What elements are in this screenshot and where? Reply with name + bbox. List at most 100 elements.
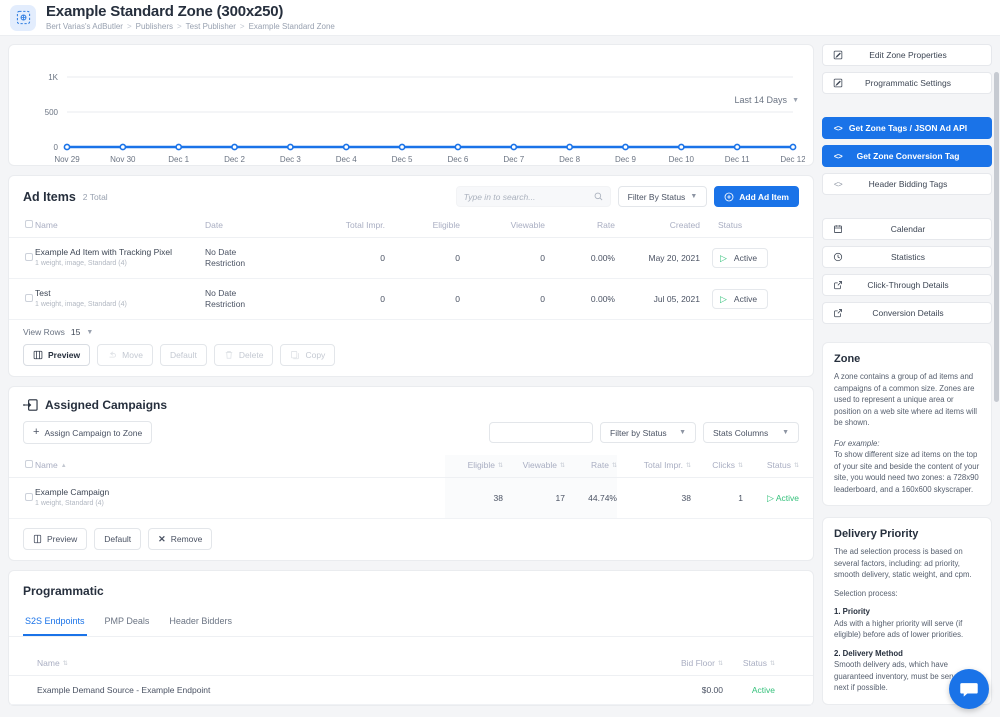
row-created: Jul 05, 2021 — [653, 294, 700, 304]
table-row[interactable]: Example Campaign 1 weight, Standard (4) … — [9, 477, 813, 519]
main-column: Last 14 Days ▼ 1K 500 0 Nov 29 Nov 30 Dec 1 De… — [8, 44, 814, 717]
table-row[interactable]: Example Demand Source - Example Endpoint… — [9, 676, 813, 705]
col-eligible[interactable]: Eligible — [385, 215, 460, 238]
programmatic-settings-button[interactable]: Programmatic Settings — [822, 72, 992, 94]
row-status-cell: ▷ Active — [700, 238, 813, 279]
status-badge[interactable]: ▷ Active — [712, 289, 769, 309]
campaign-remove-button[interactable]: ✕ Remove — [148, 528, 213, 550]
row-name: Example Demand Source - Example Endpoint — [37, 685, 211, 695]
ad-items-search-input[interactable]: Type in to search... — [455, 186, 611, 207]
get-zone-tags-button[interactable]: <> Get Zone Tags / JSON Ad API — [822, 117, 992, 139]
move-button[interactable]: Move — [97, 344, 153, 366]
programmatic-settings-label: Programmatic Settings — [865, 78, 951, 88]
view-rows-control[interactable]: View Rows 15 ▼ — [23, 327, 799, 337]
row-eligible: 0 — [455, 294, 460, 304]
row-rate: 0.00% — [590, 253, 615, 263]
page-body: Last 14 Days ▼ 1K 500 0 Nov 29 Nov 30 Dec 1 De… — [0, 36, 1000, 717]
breadcrumb-item-1[interactable]: Publishers — [136, 21, 173, 32]
svg-text:Dec 5: Dec 5 — [392, 155, 413, 164]
app-root: Example Standard Zone (300x250) Bert Var… — [0, 0, 1000, 717]
row-checkbox[interactable] — [25, 294, 33, 302]
row-checkbox[interactable] — [25, 253, 33, 261]
col-status[interactable]: Status ⇅ — [743, 455, 813, 478]
table-row[interactable]: Test 1 weight, image, Standard (4) No Da… — [9, 279, 813, 320]
col-viewable[interactable]: Viewable ⇅ — [503, 455, 565, 478]
row-viewable: 0 — [540, 294, 545, 304]
preview-button[interactable]: Preview — [23, 344, 91, 366]
col-created[interactable]: Created — [615, 215, 700, 238]
breadcrumb-item-2[interactable]: Test Publisher — [186, 21, 236, 32]
breadcrumb-item-3[interactable]: Example Standard Zone — [249, 21, 335, 32]
plus-icon: + — [33, 426, 40, 438]
select-all-header — [9, 455, 35, 478]
row-name-sub: 1 weight, image, Standard (4) — [35, 260, 127, 267]
row-name: Test — [35, 288, 51, 298]
row-name: Example Ad Item with Tracking Pixel — [35, 247, 173, 257]
col-clicks[interactable]: Clicks ⇅ — [691, 455, 743, 478]
svg-text:1K: 1K — [48, 73, 58, 82]
col-rate[interactable]: Rate — [545, 215, 615, 238]
help-zone-p2: To show different size ad items on the t… — [834, 450, 980, 494]
statistics-button[interactable]: Statistics — [822, 246, 992, 268]
row-viewable: 0 — [540, 253, 545, 263]
assign-campaign-to-zone-button[interactable]: + Assign Campaign to Zone — [23, 421, 153, 444]
campaign-actions: Preview Default ✕ Remove — [23, 528, 799, 550]
col-date[interactable]: Date — [205, 215, 310, 238]
select-all-checkbox[interactable] — [25, 460, 33, 468]
add-ad-item-button[interactable]: Add Ad Item — [714, 186, 799, 207]
sort-icon: ⇅ — [611, 462, 617, 469]
page-scrollbar-thumb[interactable] — [994, 72, 999, 402]
search-placeholder: Type in to search... — [463, 191, 536, 202]
header-bidding-tags-button[interactable]: <> Header Bidding Tags — [822, 173, 992, 195]
col-rate[interactable]: Rate ⇅ — [565, 455, 617, 478]
get-zone-conversion-tag-button[interactable]: <> Get Zone Conversion Tag — [822, 145, 992, 167]
row-checkbox-cell — [9, 478, 35, 519]
stats-columns-label: Stats Columns — [713, 427, 769, 438]
row-total-impr: 38 — [681, 493, 691, 503]
trash-icon — [225, 351, 233, 359]
col-eligible[interactable]: Eligible ⇅ — [445, 455, 503, 478]
col-total-impr[interactable]: Total Impr. ⇅ — [617, 455, 691, 478]
line-chart: 1K 500 0 Nov 29 Nov 30 Dec 1 Dec 2 Dec 3 Dec 4 De… — [45, 73, 805, 164]
move-label: Move — [122, 350, 143, 360]
stats-columns-dropdown[interactable]: Stats Columns ▼ — [703, 422, 799, 443]
chevron-down-icon: ▼ — [690, 193, 698, 200]
col-name[interactable]: Name ⇅ — [9, 653, 633, 676]
tab-s2s-endpoints[interactable]: S2S Endpoints — [23, 609, 87, 636]
edit-zone-properties-button[interactable]: Edit Zone Properties — [822, 44, 992, 66]
campaign-preview-button[interactable]: Preview — [23, 528, 88, 550]
col-total-impr[interactable]: Total Impr. — [310, 215, 385, 238]
delete-button[interactable]: Delete — [213, 344, 274, 366]
col-status[interactable]: Status ⇅ — [723, 653, 813, 676]
col-bid-floor-label: Bid Floor — [680, 658, 715, 668]
campaign-filter-by-status-dropdown[interactable]: Filter by Status ▼ — [600, 422, 696, 443]
row-name-cell: Test 1 weight, image, Standard (4) — [35, 279, 205, 320]
campaign-default-button[interactable]: Default — [94, 528, 142, 550]
conversion-details-button[interactable]: Conversion Details — [822, 302, 992, 324]
col-eligible-label: Eligible — [467, 460, 495, 470]
col-name[interactable]: Name — [35, 215, 205, 238]
col-viewable[interactable]: Viewable — [460, 215, 545, 238]
chat-bubble-icon[interactable] — [949, 669, 989, 709]
default-button[interactable]: Default — [159, 344, 207, 366]
breadcrumb-item-0[interactable]: Bert Varias's AdButler — [46, 21, 123, 32]
row-date: No Date Restriction — [205, 279, 310, 320]
select-all-checkbox[interactable] — [25, 220, 33, 228]
status-badge[interactable]: ▷ Active — [712, 248, 769, 268]
chat-icon — [960, 683, 978, 697]
col-name[interactable]: Name ▲ — [35, 455, 445, 478]
copy-button[interactable]: Copy — [280, 344, 336, 366]
get-zone-conversion-tag-label: Get Zone Conversion Tag — [856, 151, 960, 161]
calendar-button[interactable]: Calendar — [822, 218, 992, 240]
svg-text:Dec 7: Dec 7 — [503, 155, 524, 164]
col-bid-floor[interactable]: Bid Floor ⇅ — [633, 653, 723, 676]
click-through-details-button[interactable]: Click-Through Details — [822, 274, 992, 296]
campaign-search-input[interactable] — [489, 422, 593, 443]
tab-pmp-deals[interactable]: PMP Deals — [103, 609, 152, 636]
ad-items-footer: View Rows 15 ▼ Preview Move Default Dele… — [9, 320, 813, 376]
filter-by-status-dropdown[interactable]: Filter By Status ▼ — [617, 186, 708, 207]
row-checkbox[interactable] — [25, 493, 33, 501]
table-row[interactable]: Example Ad Item with Tracking Pixel 1 we… — [9, 238, 813, 279]
col-status[interactable]: Status — [700, 215, 813, 238]
tab-header-bidders[interactable]: Header Bidders — [167, 609, 234, 636]
